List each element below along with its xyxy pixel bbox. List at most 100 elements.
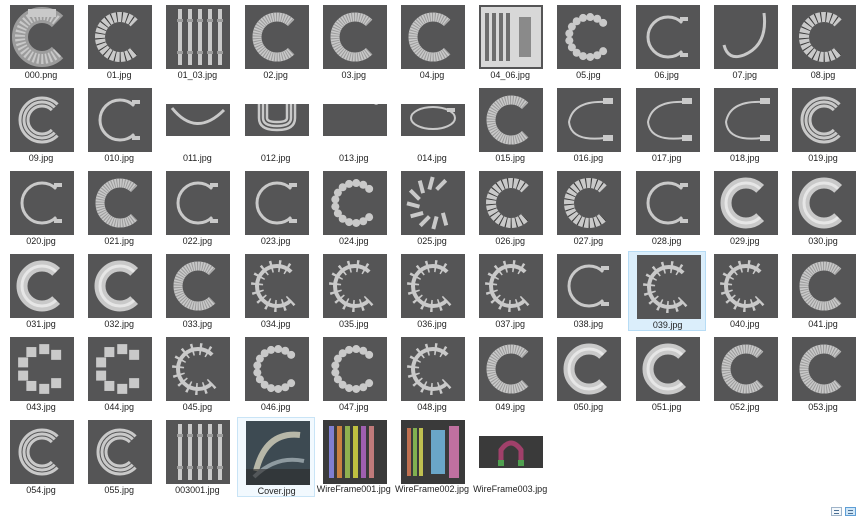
file-item[interactable]: 018.jpg (706, 85, 784, 165)
ribbed-tube-thumbnail (88, 171, 153, 235)
file-item[interactable]: 003001.jpg (158, 417, 236, 497)
file-item[interactable]: 041.jpg (784, 251, 860, 331)
file-item[interactable]: 033.jpg (158, 251, 236, 331)
file-item[interactable]: 03.jpg (315, 2, 393, 82)
file-item[interactable]: 015.jpg (471, 85, 549, 165)
file-item[interactable]: 09.jpg (2, 85, 80, 165)
file-item[interactable]: 028.jpg (628, 168, 706, 248)
file-item[interactable]: 011.jpg (158, 85, 236, 165)
file-name: 043.jpg (26, 402, 56, 412)
file-name: 021.jpg (104, 236, 134, 246)
file-item[interactable]: 040.jpg (706, 251, 784, 331)
file-item[interactable]: 049.jpg (471, 334, 549, 414)
file-name: 015.jpg (495, 153, 525, 163)
cable-bundle-thumbnail (10, 5, 74, 69)
file-item[interactable]: 07.jpg (706, 2, 784, 82)
file-item[interactable]: 044.jpg (80, 334, 158, 414)
file-name: 08.jpg (810, 70, 836, 80)
file-item[interactable]: 019.jpg (784, 85, 860, 165)
multi-tube-thumbnail (88, 420, 153, 484)
file-name: 016.jpg (573, 153, 604, 163)
file-item[interactable]: 026.jpg (471, 168, 549, 248)
file-item[interactable]: 051.jpg (628, 334, 706, 414)
file-name: 040.jpg (730, 319, 760, 329)
file-item[interactable]: 039.jpg (627, 251, 706, 331)
file-item[interactable]: 04_06.jpg (471, 2, 549, 82)
file-name: 055.jpg (104, 485, 134, 495)
file-item[interactable]: 046.jpg (237, 334, 315, 414)
file-name: 048.jpg (417, 402, 447, 412)
file-item[interactable]: 025.jpg (393, 168, 471, 248)
file-item[interactable]: 016.jpg (549, 85, 627, 165)
file-item[interactable]: 036.jpg (393, 251, 471, 331)
file-item[interactable]: WireFrame001.jpg (315, 417, 393, 497)
file-item[interactable]: 032.jpg (80, 251, 158, 331)
smooth-tube-thumbnail (10, 254, 74, 318)
file-item[interactable]: 034.jpg (237, 251, 315, 331)
file-item[interactable]: 05.jpg (549, 2, 627, 82)
file-item[interactable]: 053.jpg (784, 334, 860, 414)
file-name: 014.jpg (417, 153, 447, 163)
file-item[interactable]: 048.jpg (393, 334, 471, 414)
file-item[interactable]: 047.jpg (315, 334, 393, 414)
file-item[interactable]: 017.jpg (628, 85, 706, 165)
ribbed-tube-thumbnail (792, 337, 856, 401)
large-icons-view-icon[interactable] (845, 507, 856, 516)
file-item[interactable]: 031.jpg (2, 251, 80, 331)
thin-wire-thumbnail (166, 171, 231, 235)
file-item[interactable]: 012.jpg (237, 85, 315, 165)
file-name: WireFrame002.jpg (394, 484, 470, 494)
file-item[interactable]: 08.jpg (784, 2, 860, 82)
file-item[interactable]: 037.jpg (471, 251, 549, 331)
file-item[interactable]: 013.jpg (315, 85, 393, 165)
file-item[interactable]: 055.jpg (80, 417, 158, 497)
file-item[interactable]: 030.jpg (784, 168, 860, 248)
wire-loop-thumbnail (557, 88, 622, 152)
file-item[interactable]: 035.jpg (315, 251, 393, 331)
file-name: 038.jpg (573, 319, 604, 329)
bead-chain-thumbnail (557, 5, 622, 69)
file-item[interactable]: 027.jpg (549, 168, 627, 248)
file-item[interactable]: 02.jpg (237, 2, 315, 82)
segmented-cable-thumbnail (792, 5, 856, 69)
file-item[interactable]: 029.jpg (706, 168, 784, 248)
details-view-icon[interactable] (831, 507, 842, 516)
file-item[interactable]: 050.jpg (549, 334, 627, 414)
file-item[interactable]: 04.jpg (393, 2, 471, 82)
file-name: 07.jpg (732, 70, 758, 80)
file-item[interactable]: WireFrame003.jpg (471, 417, 549, 497)
file-name: 026.jpg (495, 236, 525, 246)
file-name: 003001.jpg (175, 485, 220, 495)
file-item[interactable]: WireFrame002.jpg (393, 417, 471, 497)
smooth-tube-thumbnail (557, 337, 622, 401)
file-item[interactable]: 014.jpg (393, 85, 471, 165)
file-item[interactable]: 01_03.jpg (158, 2, 236, 82)
file-name: 039.jpg (652, 320, 683, 330)
wire-loop-thumbnail (713, 88, 778, 152)
file-item[interactable]: 022.jpg (158, 168, 236, 248)
file-item[interactable]: 054.jpg (2, 417, 80, 497)
file-name: 037.jpg (495, 319, 525, 329)
file-item[interactable]: 021.jpg (80, 168, 158, 248)
file-item[interactable]: 045.jpg (158, 334, 236, 414)
file-item[interactable]: 024.jpg (315, 168, 393, 248)
file-item[interactable]: 010.jpg (80, 85, 158, 165)
file-item[interactable]: 023.jpg (237, 168, 315, 248)
file-item[interactable]: 000.png (2, 2, 80, 82)
file-grid: 000.png 01.jpg 01_03.jpg 02.jpg 03.jpg 04.jpg… (0, 0, 860, 519)
file-item[interactable]: 038.jpg (549, 251, 627, 331)
file-item[interactable]: 06.jpg (628, 2, 706, 82)
file-name: 034.jpg (260, 319, 291, 329)
file-item[interactable]: 020.jpg (2, 168, 80, 248)
file-item[interactable]: 052.jpg (706, 334, 784, 414)
wireframe-thumbnail (479, 436, 544, 468)
thin-wire-thumbnail (166, 104, 231, 136)
file-item[interactable]: Cover.jpg (236, 417, 315, 497)
file-name: 025.jpg (417, 236, 447, 246)
file-name: 04.jpg (419, 70, 445, 80)
thin-wire-thumbnail (557, 254, 622, 318)
file-item[interactable]: 01.jpg (80, 2, 158, 82)
cover-art-thumbnail (245, 421, 310, 485)
file-name: 050.jpg (573, 402, 604, 412)
file-item[interactable]: 043.jpg (2, 334, 80, 414)
